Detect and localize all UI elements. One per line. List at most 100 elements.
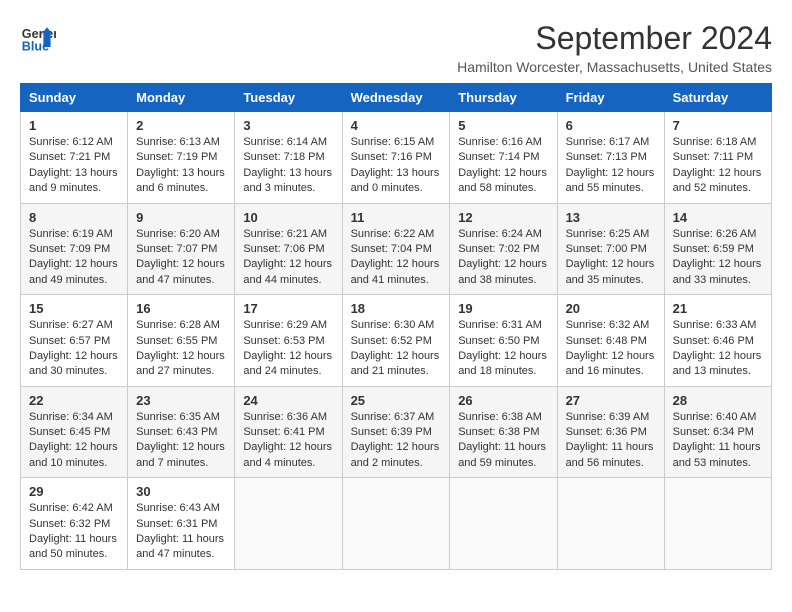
calendar-cell	[664, 478, 771, 570]
day-info: Sunrise: 6:25 AMSunset: 7:00 PMDaylight:…	[566, 227, 656, 289]
day-number: 18	[351, 301, 442, 316]
calendar-cell: 19 Sunrise: 6:31 AMSunset: 6:50 PMDayligh…	[450, 295, 557, 387]
calendar-week-row: 8Sunrise: 6:19 AMSunset: 7:09 PMDaylight…	[21, 203, 772, 295]
calendar-header-saturday: Saturday	[664, 84, 771, 112]
calendar-cell	[557, 478, 664, 570]
day-number: 13	[566, 210, 656, 225]
day-info: Sunrise: 6:15 AMSunset: 7:16 PMDaylight:…	[351, 135, 442, 197]
calendar-week-row: 29 Sunrise: 6:42 AMSunset: 6:32 PMDayligh…	[21, 478, 772, 570]
calendar-cell: 3 Sunrise: 6:14 AMSunset: 7:18 PMDaylight…	[235, 112, 342, 204]
day-number: 9	[136, 210, 226, 225]
day-info: Sunrise: 6:14 AMSunset: 7:18 PMDaylight:…	[243, 135, 333, 197]
calendar-week-row: 15 Sunrise: 6:27 AMSunset: 6:57 PMDayligh…	[21, 295, 772, 387]
calendar-cell: 27 Sunrise: 6:39 AMSunset: 6:36 PMDayligh…	[557, 386, 664, 478]
calendar-cell: 13 Sunrise: 6:25 AMSunset: 7:00 PMDayligh…	[557, 203, 664, 295]
calendar-cell: 2 Sunrise: 6:13 AMSunset: 7:19 PMDaylight…	[128, 112, 235, 204]
title-section: September 2024 Hamilton Worcester, Massa…	[457, 20, 772, 75]
day-info: Sunrise: 6:43 AMSunset: 6:31 PMDaylight:…	[136, 501, 226, 563]
location: Hamilton Worcester, Massachusetts, Unite…	[457, 59, 772, 75]
day-info: Sunrise: 6:40 AMSunset: 6:34 PMDaylight:…	[673, 410, 763, 472]
calendar-cell	[450, 478, 557, 570]
calendar-cell: 15 Sunrise: 6:27 AMSunset: 6:57 PMDayligh…	[21, 295, 128, 387]
day-info: Sunrise: 6:28 AMSunset: 6:55 PMDaylight:…	[136, 318, 226, 380]
calendar-cell: 28 Sunrise: 6:40 AMSunset: 6:34 PMDayligh…	[664, 386, 771, 478]
day-number: 23	[136, 393, 226, 408]
day-number: 7	[673, 118, 763, 133]
day-info: Sunrise: 6:13 AMSunset: 7:19 PMDaylight:…	[136, 135, 226, 197]
calendar-cell: 11 Sunrise: 6:22 AMSunset: 7:04 PMDayligh…	[342, 203, 450, 295]
calendar-header-wednesday: Wednesday	[342, 84, 450, 112]
day-info: Sunrise: 6:35 AMSunset: 6:43 PMDaylight:…	[136, 410, 226, 472]
day-number: 30	[136, 484, 226, 499]
day-number: 2	[136, 118, 226, 133]
day-info: Sunrise: 6:27 AMSunset: 6:57 PMDaylight:…	[29, 318, 119, 380]
day-info: Sunrise: 6:37 AMSunset: 6:39 PMDaylight:…	[351, 410, 442, 472]
calendar-cell: 1 Sunrise: 6:12 AMSunset: 7:21 PMDaylight…	[21, 112, 128, 204]
day-number: 25	[351, 393, 442, 408]
day-info: Sunrise: 6:22 AMSunset: 7:04 PMDaylight:…	[351, 227, 442, 289]
day-info: Sunrise: 6:24 AMSunset: 7:02 PMDaylight:…	[458, 227, 548, 289]
day-number: 6	[566, 118, 656, 133]
day-info: Sunrise: 6:36 AMSunset: 6:41 PMDaylight:…	[243, 410, 333, 472]
day-number: 24	[243, 393, 333, 408]
day-info: Sunrise: 6:29 AMSunset: 6:53 PMDaylight:…	[243, 318, 333, 380]
calendar-cell: 6 Sunrise: 6:17 AMSunset: 7:13 PMDaylight…	[557, 112, 664, 204]
calendar-cell	[235, 478, 342, 570]
day-number: 1	[29, 118, 119, 133]
day-info: Sunrise: 6:12 AMSunset: 7:21 PMDaylight:…	[29, 135, 119, 197]
day-number: 15	[29, 301, 119, 316]
day-info: Sunrise: 6:16 AMSunset: 7:14 PMDaylight:…	[458, 135, 548, 197]
day-info: Sunrise: 6:42 AMSunset: 6:32 PMDaylight:…	[29, 501, 119, 563]
day-number: 16	[136, 301, 226, 316]
day-number: 11	[351, 210, 442, 225]
day-info: Sunrise: 6:30 AMSunset: 6:52 PMDaylight:…	[351, 318, 442, 380]
calendar-cell: 12Sunrise: 6:24 AMSunset: 7:02 PMDayligh…	[450, 203, 557, 295]
calendar-cell: 24 Sunrise: 6:36 AMSunset: 6:41 PMDayligh…	[235, 386, 342, 478]
calendar-cell: 25 Sunrise: 6:37 AMSunset: 6:39 PMDayligh…	[342, 386, 450, 478]
logo-icon: General Blue	[20, 20, 56, 56]
calendar-cell: 21 Sunrise: 6:33 AMSunset: 6:46 PMDayligh…	[664, 295, 771, 387]
calendar-cell: 17 Sunrise: 6:29 AMSunset: 6:53 PMDayligh…	[235, 295, 342, 387]
day-number: 17	[243, 301, 333, 316]
calendar-header-tuesday: Tuesday	[235, 84, 342, 112]
calendar-table: SundayMondayTuesdayWednesdayThursdayFrid…	[20, 83, 772, 570]
day-number: 4	[351, 118, 442, 133]
calendar-header-row: SundayMondayTuesdayWednesdayThursdayFrid…	[21, 84, 772, 112]
day-info: Sunrise: 6:31 AMSunset: 6:50 PMDaylight:…	[458, 318, 548, 380]
day-number: 20	[566, 301, 656, 316]
calendar-cell: 29 Sunrise: 6:42 AMSunset: 6:32 PMDayligh…	[21, 478, 128, 570]
calendar-cell: 10Sunrise: 6:21 AMSunset: 7:06 PMDayligh…	[235, 203, 342, 295]
calendar-cell: 8Sunrise: 6:19 AMSunset: 7:09 PMDaylight…	[21, 203, 128, 295]
calendar-cell	[342, 478, 450, 570]
calendar-cell: 20 Sunrise: 6:32 AMSunset: 6:48 PMDayligh…	[557, 295, 664, 387]
day-number: 22	[29, 393, 119, 408]
day-info: Sunrise: 6:34 AMSunset: 6:45 PMDaylight:…	[29, 410, 119, 472]
calendar-cell: 4 Sunrise: 6:15 AMSunset: 7:16 PMDaylight…	[342, 112, 450, 204]
day-info: Sunrise: 6:33 AMSunset: 6:46 PMDaylight:…	[673, 318, 763, 380]
calendar-cell: 22 Sunrise: 6:34 AMSunset: 6:45 PMDayligh…	[21, 386, 128, 478]
calendar-cell: 16 Sunrise: 6:28 AMSunset: 6:55 PMDayligh…	[128, 295, 235, 387]
day-info: Sunrise: 6:21 AMSunset: 7:06 PMDaylight:…	[243, 227, 333, 289]
calendar-cell: 26Sunrise: 6:38 AMSunset: 6:38 PMDayligh…	[450, 386, 557, 478]
day-number: 5	[458, 118, 548, 133]
day-info: Sunrise: 6:26 AMSunset: 6:59 PMDaylight:…	[673, 227, 763, 289]
calendar-header-thursday: Thursday	[450, 84, 557, 112]
day-number: 29	[29, 484, 119, 499]
calendar-cell: 7Sunrise: 6:18 AMSunset: 7:11 PMDaylight…	[664, 112, 771, 204]
day-number: 27	[566, 393, 656, 408]
calendar-cell: 23 Sunrise: 6:35 AMSunset: 6:43 PMDayligh…	[128, 386, 235, 478]
calendar-header-monday: Monday	[128, 84, 235, 112]
day-number: 3	[243, 118, 333, 133]
day-info: Sunrise: 6:39 AMSunset: 6:36 PMDaylight:…	[566, 410, 656, 472]
day-number: 14	[673, 210, 763, 225]
day-number: 21	[673, 301, 763, 316]
day-info: Sunrise: 6:32 AMSunset: 6:48 PMDaylight:…	[566, 318, 656, 380]
day-number: 8	[29, 210, 119, 225]
day-number: 28	[673, 393, 763, 408]
logo: General Blue	[20, 20, 56, 56]
calendar-cell: 18 Sunrise: 6:30 AMSunset: 6:52 PMDayligh…	[342, 295, 450, 387]
calendar-cell: 30 Sunrise: 6:43 AMSunset: 6:31 PMDayligh…	[128, 478, 235, 570]
day-info: Sunrise: 6:17 AMSunset: 7:13 PMDaylight:…	[566, 135, 656, 197]
day-number: 19	[458, 301, 548, 316]
calendar-cell: 5 Sunrise: 6:16 AMSunset: 7:14 PMDaylight…	[450, 112, 557, 204]
